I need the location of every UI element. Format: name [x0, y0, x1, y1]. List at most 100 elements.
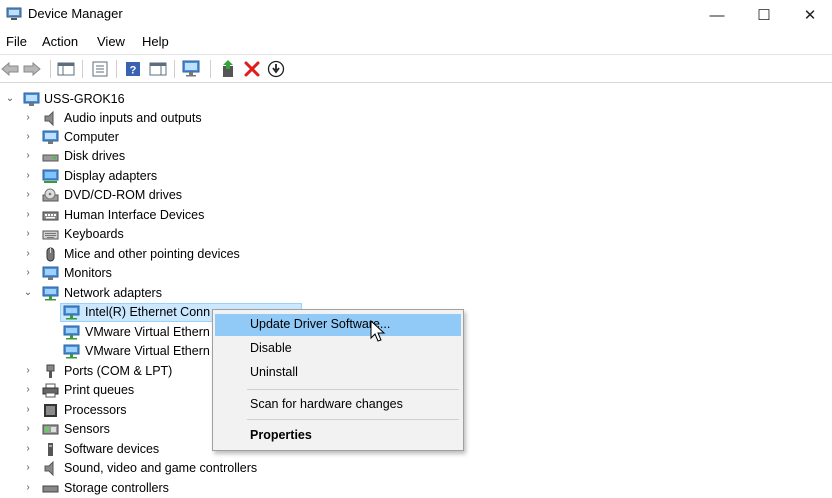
menu-file[interactable]: File: [6, 34, 27, 49]
menu-item-scan-hardware[interactable]: Scan for hardware changes: [215, 394, 461, 416]
category-label: Sensors: [64, 422, 110, 436]
menu-item-label: Properties: [250, 428, 312, 442]
speaker-icon: [44, 461, 54, 476]
chevron-right-icon[interactable]: ›: [22, 149, 34, 163]
menu-item-update-driver[interactable]: Update Driver Software...: [215, 314, 461, 336]
category-label: Storage controllers: [64, 481, 169, 495]
category-label: Processors: [64, 403, 127, 417]
computer-icon: [23, 92, 40, 106]
menu-item-label: Uninstall: [250, 365, 298, 379]
category-label: Mice and other pointing devices: [64, 247, 240, 261]
storage-controller-icon: [42, 485, 59, 493]
scan-for-hardware-icon[interactable]: [182, 59, 202, 78]
network-icon: [63, 305, 80, 320]
category-label: Monitors: [64, 266, 112, 280]
close-button[interactable]: ✕: [787, 0, 832, 30]
context-menu: Update Driver Software... Disable Uninst…: [212, 309, 464, 451]
menu-item-disable[interactable]: Disable: [215, 338, 461, 360]
tree-category[interactable]: › Storage controllers: [0, 479, 832, 498]
hid-icon: [42, 211, 59, 221]
menu-item-properties[interactable]: Properties: [215, 425, 461, 447]
chevron-right-icon[interactable]: ›: [22, 130, 34, 144]
port-icon: [46, 364, 55, 378]
category-label: Disk drives: [64, 149, 126, 163]
network-icon: [42, 286, 59, 301]
menu-view[interactable]: View: [97, 34, 125, 49]
action-pane-icon[interactable]: [148, 59, 168, 78]
category-label: Display adapters: [64, 169, 158, 183]
tree-category[interactable]: › DVD/CD-ROM drives: [0, 186, 832, 205]
properties-icon[interactable]: [90, 59, 110, 78]
display-adapter-icon: [42, 169, 59, 183]
category-label: Keyboards: [64, 227, 124, 241]
monitor-icon: [42, 266, 59, 280]
menu-separator: [247, 389, 459, 390]
uninstall-icon[interactable]: [242, 59, 262, 78]
title-bar: Device Manager — ☐ ✕: [0, 0, 832, 30]
device-label: VMware Virtual Ethern: [85, 344, 210, 358]
chevron-right-icon[interactable]: ›: [22, 481, 34, 495]
chevron-right-icon[interactable]: ›: [22, 442, 34, 456]
network-icon: [63, 325, 80, 340]
category-label: Network adapters: [64, 286, 162, 300]
tree-category[interactable]: › Audio inputs and outputs: [0, 109, 832, 128]
keyboard-icon: [42, 230, 59, 240]
chevron-down-icon[interactable]: ⌄: [22, 286, 34, 300]
category-label: Sound, video and game controllers: [64, 461, 258, 475]
chevron-right-icon[interactable]: ›: [22, 169, 34, 183]
chevron-right-icon[interactable]: ›: [22, 266, 34, 280]
window-title: Device Manager: [28, 6, 123, 21]
tree-category[interactable]: › Keyboards: [0, 225, 832, 244]
mouse-icon: [46, 247, 55, 262]
chevron-right-icon[interactable]: ›: [22, 364, 34, 378]
sensor-icon: [42, 424, 59, 435]
svg-text:?: ?: [130, 64, 137, 76]
printer-icon: [42, 383, 59, 398]
minimize-button[interactable]: —: [694, 0, 740, 30]
chevron-right-icon[interactable]: ›: [22, 188, 34, 202]
chevron-right-icon[interactable]: ›: [22, 111, 34, 125]
tree-category[interactable]: › Mice and other pointing devices: [0, 245, 832, 264]
device-label: Intel(R) Ethernet Conn: [85, 305, 211, 319]
forward-icon[interactable]: [22, 59, 42, 78]
menu-item-uninstall[interactable]: Uninstall: [215, 362, 461, 384]
tree-category[interactable]: › Disk drives: [0, 147, 832, 166]
help-icon[interactable]: ?: [123, 59, 143, 78]
mouse-cursor-icon: [370, 320, 386, 342]
back-icon[interactable]: [0, 59, 20, 78]
chevron-right-icon[interactable]: ›: [22, 403, 34, 417]
tree-category[interactable]: › Sound, video and game controllers: [0, 459, 832, 478]
category-label: Computer: [64, 130, 119, 144]
chevron-right-icon[interactable]: ›: [22, 383, 34, 397]
menu-bar: File Action View Help: [0, 30, 832, 55]
software-device-icon: [48, 443, 53, 456]
category-label: DVD/CD-ROM drives: [64, 188, 183, 202]
root-label: USS-GROK16: [44, 92, 125, 106]
disk-drive-icon: [42, 154, 59, 162]
chevron-right-icon[interactable]: ›: [22, 227, 34, 241]
network-icon: [63, 344, 80, 359]
chevron-down-icon[interactable]: ⌄: [4, 92, 16, 106]
chevron-right-icon[interactable]: ›: [22, 422, 34, 436]
menu-separator: [247, 419, 459, 420]
speaker-icon: [44, 111, 54, 126]
chevron-right-icon[interactable]: ›: [22, 208, 34, 222]
menu-help[interactable]: Help: [142, 34, 169, 49]
disable-icon[interactable]: [266, 59, 286, 78]
tree-root[interactable]: ⌄ USS-GROK16: [0, 90, 832, 109]
show-hide-console-tree-icon[interactable]: [56, 59, 76, 78]
chevron-right-icon[interactable]: ›: [22, 247, 34, 261]
menu-action[interactable]: Action: [42, 34, 78, 49]
device-manager-icon: [6, 7, 22, 20]
tree-category[interactable]: › Display adapters: [0, 167, 832, 186]
toolbar: ?: [0, 55, 832, 83]
dvd-drive-icon: [42, 188, 59, 202]
category-label: Ports (COM & LPT): [64, 364, 173, 378]
maximize-button[interactable]: ☐: [741, 0, 787, 30]
tree-category[interactable]: › Monitors: [0, 264, 832, 283]
update-driver-icon[interactable]: [218, 59, 238, 78]
tree-category[interactable]: › Human Interface Devices: [0, 206, 832, 225]
tree-category-expanded[interactable]: ⌄ Network adapters: [0, 284, 832, 303]
tree-category[interactable]: › Computer: [0, 128, 832, 147]
chevron-right-icon[interactable]: ›: [22, 461, 34, 475]
